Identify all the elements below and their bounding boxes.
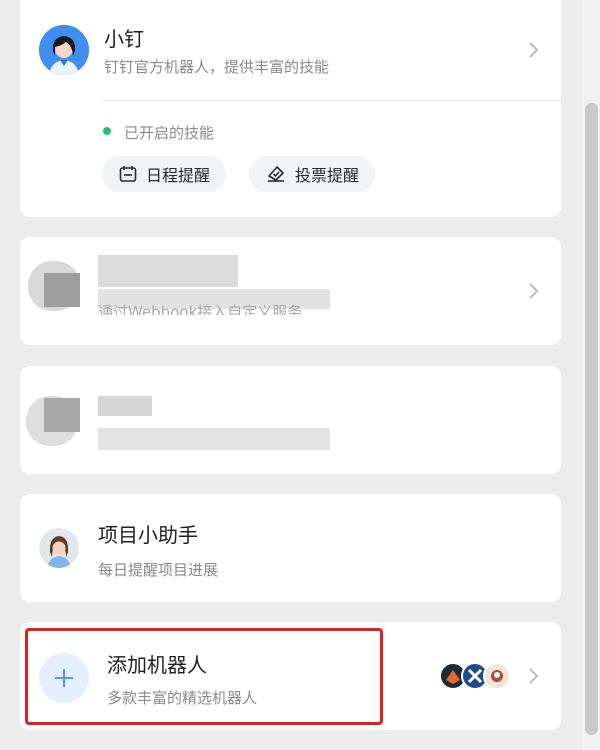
blurred-title (98, 255, 238, 287)
vote-icon (268, 166, 284, 182)
project-helper-description: 每日提醒项目进展 (98, 561, 219, 579)
webhook-description: 通过Webhook接入自定义服务 (98, 303, 303, 315)
project-helper-title: 项目小助手 (98, 523, 198, 547)
robot-card-project-helper[interactable]: 项目小助手 每日提醒项目进展 (20, 494, 561, 602)
skill-label-schedule: 日程提醒 (146, 166, 211, 185)
scrollbar-thumb[interactable] (585, 103, 598, 735)
robot-card-blurred[interactable] (20, 366, 561, 474)
blurred-avatar-shade (44, 398, 80, 432)
highlight-box (25, 628, 383, 725)
xiaoding-description: 钉钉官方机器人，提供丰富的技能 (104, 58, 330, 76)
project-helper-avatar (39, 528, 79, 568)
blurred-subtitle (98, 428, 330, 450)
featured-robot-avatar-3 (483, 662, 511, 690)
skill-label-vote: 投票提醒 (295, 166, 360, 185)
xiaoding-avatar (39, 25, 89, 75)
robot-card-webhook[interactable]: 通过Webhook接入自定义服务 (20, 237, 561, 345)
xiaoding-title: 小钉 (104, 27, 144, 51)
scrollbar[interactable] (583, 0, 600, 750)
chevron-right-icon[interactable] (523, 281, 543, 301)
robot-card-xiaoding[interactable]: 小钉 钉钉官方机器人，提供丰富的技能 已开启的技能 日程提醒 投票提醒 (20, 0, 561, 217)
blurred-title (98, 396, 152, 416)
status-dot (103, 127, 111, 135)
chevron-right-icon[interactable] (523, 40, 543, 60)
chevron-right-icon[interactable] (523, 666, 543, 686)
skills-status-label: 已开启的技能 (124, 124, 215, 142)
skill-chip-schedule[interactable]: 日程提醒 (102, 156, 227, 192)
blurred-avatar-shade (44, 273, 80, 307)
skill-chip-vote[interactable]: 投票提醒 (249, 156, 376, 192)
card-divider (102, 100, 561, 101)
calendar-icon (119, 166, 137, 182)
